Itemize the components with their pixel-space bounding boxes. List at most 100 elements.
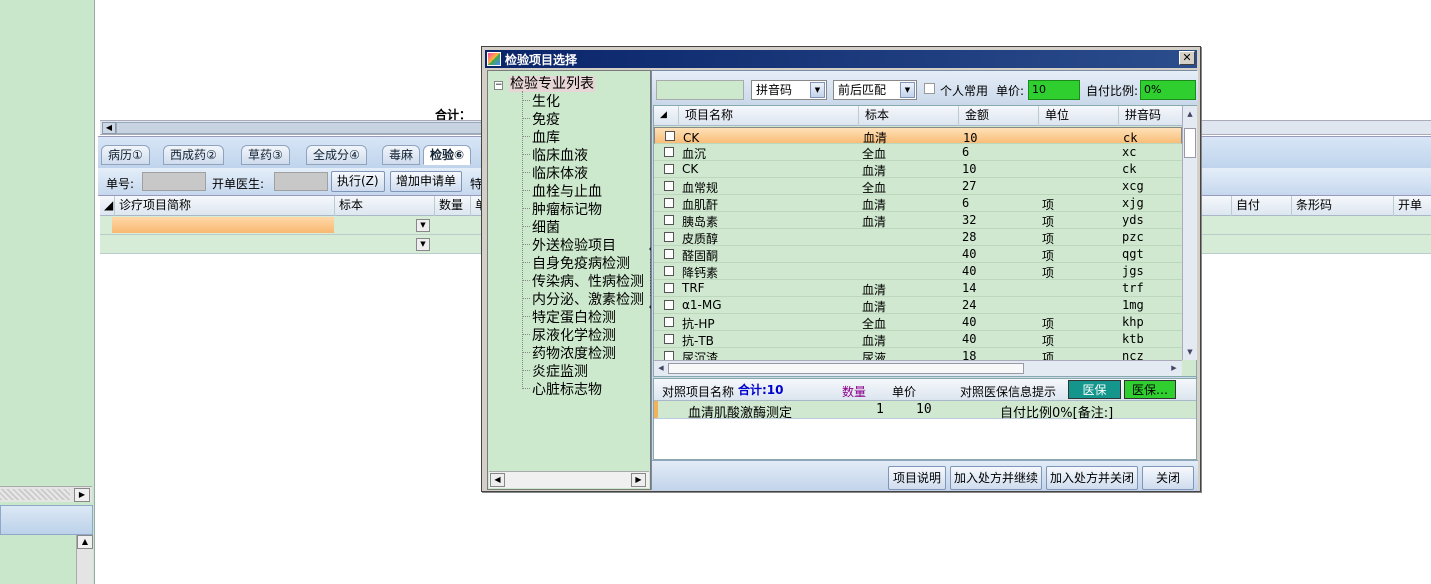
dialog-title-bar[interactable]: 检验项目选择 ✕ [485,50,1197,68]
execute-button[interactable]: 执行(Z) [331,171,385,192]
scroll-left-arrow-icon[interactable]: ◀ [102,122,116,134]
insurance-button[interactable]: 医保 [1068,380,1121,399]
close-icon[interactable]: ✕ [1179,51,1195,65]
table-row[interactable]: 抗-HP 全血 40 项 khp [654,314,1182,331]
tab-western-medicine[interactable]: 西成药② [163,145,224,165]
table-row[interactable]: 血常规 全血 27 xcg [654,178,1182,195]
scroll-left-arrow-icon[interactable]: ◀ [655,363,667,374]
table-row[interactable]: 醛固酮 40 项 qgt [654,246,1182,263]
tab-lab-test[interactable]: 检验⑥ [423,145,472,165]
column-header[interactable]: 开单人 [1393,196,1431,231]
order-no-field[interactable] [142,172,206,191]
left-vertical-scrollbar[interactable]: ▲ [76,535,93,584]
items-vertical-scrollbar[interactable]: ▲ ▼ [1182,106,1197,360]
scroll-track[interactable] [0,489,70,500]
tab-narcotics[interactable]: 毒麻 [382,145,421,165]
tree-item[interactable]: 细菌 [522,217,560,236]
table-row[interactable]: α1-MG 血清 24 1mg [654,297,1182,314]
tree-item[interactable]: 炎症监测 [522,361,588,380]
tree-horizontal-scrollbar[interactable]: ◀ ▶ [489,471,649,488]
tab-medical-record[interactable]: 病历① [101,145,150,165]
column-header[interactable]: 诊疗项目简称 [114,196,334,216]
column-header[interactable]: 数量 [434,196,470,216]
self-pay-ratio-field[interactable]: 0% [1140,80,1196,100]
collapse-icon[interactable]: − [494,81,503,90]
left-horizontal-scrollbar[interactable]: ▶ [0,486,92,502]
row-checkbox[interactable] [664,147,674,157]
row-checkbox[interactable] [664,198,674,208]
chevron-down-icon[interactable]: ▼ [810,82,825,98]
column-header[interactable]: 条形码 [1291,196,1393,216]
row-checkbox[interactable] [665,131,675,141]
dropdown-arrow-icon[interactable]: ▼ [416,219,430,232]
column-header[interactable]: 标本 [858,106,958,126]
table-row[interactable]: TRF 血清 14 trf [654,280,1182,297]
tree-item[interactable]: 血库 [522,127,560,146]
selected-cell[interactable] [112,217,334,233]
dropdown-arrow-icon[interactable]: ▼ [416,238,430,251]
item-explanation-button[interactable]: 项目说明 [888,466,946,490]
scroll-up-arrow-icon[interactable]: ▲ [77,535,93,549]
mapping-row[interactable]: 血清肌酸激酶测定 1 10 自付比例0%[备注:] [654,401,1196,421]
tree-item[interactable]: 生化 [522,91,560,110]
scroll-down-arrow-icon[interactable]: ▼ [1184,346,1196,358]
tree-item[interactable]: 免疫 [522,109,560,128]
close-button[interactable]: 关闭 [1142,466,1194,490]
row-checkbox[interactable] [664,215,674,225]
tree-item[interactable]: 心脏标志物 [522,379,602,398]
tree-item[interactable]: 特定蛋白检测 [522,307,616,326]
tree-root[interactable]: − 检验专业列表 [494,73,595,93]
tab-full-ingredients[interactable]: 全成分④ [306,145,367,165]
column-header[interactable]: 金额 [958,106,1038,126]
tree-item[interactable]: 尿液化学检测 [522,325,616,344]
row-checkbox[interactable] [664,164,674,174]
column-header[interactable]: 项目名称 [678,106,858,126]
row-checkbox[interactable] [664,300,674,310]
tree-item[interactable]: 临床体液 [522,163,588,182]
table-row[interactable]: 血肌酐 血清 6 项 xjg [654,195,1182,212]
tree-item[interactable]: 肿瘤标记物 [522,199,602,218]
tree-item[interactable]: 药物浓度检测 [522,343,616,362]
add-and-continue-button[interactable]: 加入处方并继续 [950,466,1042,490]
table-row[interactable]: 皮质醇 28 项 pzc [654,229,1182,246]
tree-item[interactable]: 自身免疫病检测 [522,253,630,272]
tree-item[interactable]: 血栓与止血 [522,181,602,200]
tree-item[interactable]: 外送检验项目 [522,235,616,254]
tab-herbal[interactable]: 草药③ [241,145,290,165]
row-checkbox[interactable] [664,334,674,344]
table-row[interactable]: 胰岛素 血清 32 项 yds [654,212,1182,229]
table-row[interactable]: 血沉 全血 6 xc [654,144,1182,161]
tree-item[interactable]: 传染病、性病检测 [522,271,650,289]
table-row[interactable]: CK 血清 10 ck [654,127,1182,145]
row-checkbox[interactable] [664,181,674,191]
column-header[interactable]: 标本 [334,196,434,216]
row-checkbox[interactable] [664,317,674,327]
scroll-thumb[interactable] [1184,128,1196,158]
tree-item[interactable]: 临床血液 [522,145,588,164]
row-checkbox[interactable] [664,249,674,259]
scroll-right-arrow-icon[interactable]: ▶ [74,488,90,502]
personal-favorites-checkbox[interactable] [924,83,935,94]
scroll-thumb[interactable] [668,363,1024,374]
column-header[interactable]: 单位 [1038,106,1118,126]
table-row[interactable]: 降钙素 40 项 jgs [654,263,1182,280]
scroll-right-arrow-icon[interactable]: ▶ [1168,363,1180,374]
insurance-more-button[interactable]: 医保… [1124,380,1176,399]
search-input[interactable] [656,80,744,100]
row-checkbox[interactable] [664,283,674,293]
scroll-right-arrow-icon[interactable]: ▶ [631,473,646,487]
scroll-thumb[interactable] [116,122,496,134]
unit-price-field[interactable]: 10 [1028,80,1080,100]
scroll-left-arrow-icon[interactable]: ◀ [490,473,505,487]
match-mode-select[interactable]: 前后匹配 ▼ [833,80,917,100]
add-and-close-button[interactable]: 加入处方并关闭 [1046,466,1138,490]
row-checkbox[interactable] [664,266,674,276]
chevron-down-icon[interactable]: ▼ [900,82,915,98]
table-row[interactable]: 抗-TB 血清 40 项 ktb [654,331,1182,348]
code-type-select[interactable]: 拼音码 ▼ [751,80,827,100]
column-header[interactable]: 自付 [1231,196,1291,216]
items-horizontal-scrollbar[interactable]: ◀ ▶ [654,360,1182,376]
table-row[interactable]: CK 血清 10 ck [654,161,1182,178]
scroll-up-arrow-icon[interactable]: ▲ [1184,108,1196,120]
row-checkbox[interactable] [664,232,674,242]
